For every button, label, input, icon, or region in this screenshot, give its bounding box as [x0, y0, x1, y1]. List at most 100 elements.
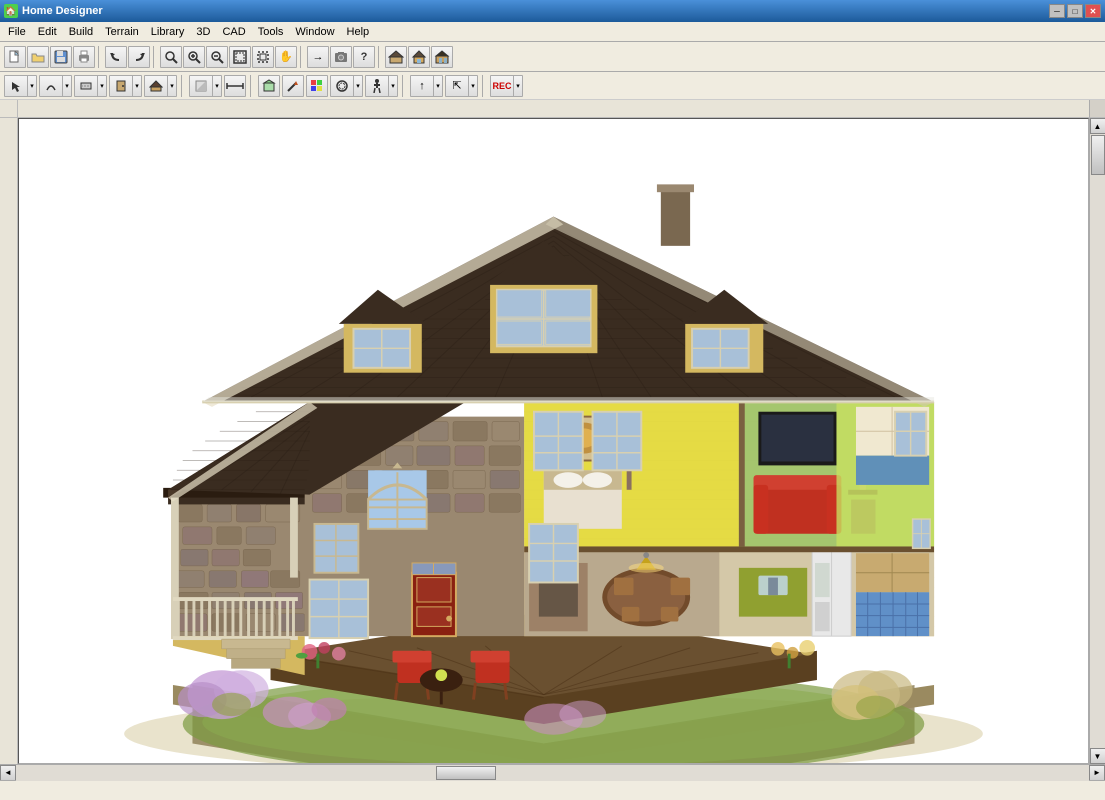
vertical-scrollbar[interactable]: ▲ ▼	[1089, 118, 1105, 764]
object-tool[interactable]	[258, 75, 280, 97]
material-tool[interactable]: ▾	[330, 75, 363, 97]
separator-tb2-2	[250, 75, 254, 97]
help-button[interactable]: ?	[353, 46, 375, 68]
menu-help[interactable]: Help	[341, 24, 376, 40]
menu-cad[interactable]: CAD	[216, 24, 251, 40]
undo-button[interactable]	[105, 46, 127, 68]
3d-house-button[interactable]	[408, 46, 430, 68]
menu-library[interactable]: Library	[145, 24, 191, 40]
zoom-box-button[interactable]	[252, 46, 274, 68]
separator-tb2-1	[181, 75, 185, 97]
separator-2	[153, 46, 157, 68]
window-title: Home Designer	[22, 5, 1049, 17]
wall-dropdown-arrow[interactable]: ▾	[97, 75, 106, 97]
scroll-thumb-vertical[interactable]	[1091, 135, 1105, 175]
ruler-corner-right	[1089, 100, 1105, 118]
minimize-button[interactable]: ─	[1049, 4, 1065, 18]
menu-build[interactable]: Build	[63, 24, 99, 40]
3d-roof-button[interactable]	[385, 46, 407, 68]
window-controls: ─ □ ✕	[1049, 4, 1101, 18]
close-button[interactable]: ✕	[1085, 4, 1101, 18]
separator-1	[98, 46, 102, 68]
arc-dropdown-arrow[interactable]: ▾	[62, 75, 71, 97]
separator-tb2-4	[482, 75, 486, 97]
draw-tool[interactable]	[282, 75, 304, 97]
roof-icon	[145, 75, 167, 97]
scroll-up-button[interactable]: ▲	[1090, 118, 1105, 134]
camera-button[interactable]	[330, 46, 352, 68]
scroll-down-button[interactable]: ▼	[1090, 748, 1105, 764]
maximize-button[interactable]: □	[1067, 4, 1083, 18]
drawing-toolbar: ▾ ▾ ▾ ▾ ▾ ▾	[0, 72, 1105, 100]
save-button[interactable]	[50, 46, 72, 68]
horizontal-scrollbar[interactable]: ◄ ►	[0, 764, 1105, 780]
pointer-tool[interactable]: ⇱ ▾	[445, 75, 478, 97]
up-arrow-dropdown[interactable]: ▾	[433, 75, 442, 97]
walkthrough-tool[interactable]: ▾	[365, 75, 398, 97]
house-svg	[19, 119, 1088, 763]
open-button[interactable]	[27, 46, 49, 68]
menu-edit[interactable]: Edit	[32, 24, 63, 40]
print-button[interactable]	[73, 46, 95, 68]
ruler-corner	[0, 100, 18, 118]
zoom-out-button[interactable]	[206, 46, 228, 68]
arc-tool[interactable]: ▾	[39, 75, 72, 97]
new-button[interactable]	[4, 46, 26, 68]
zoom-in-button[interactable]	[183, 46, 205, 68]
select-dropdown-arrow[interactable]: ▾	[27, 75, 36, 97]
material-icon	[331, 75, 353, 97]
up-arrow-tool[interactable]: ↑ ▾	[410, 75, 443, 97]
canvas-area[interactable]	[18, 118, 1089, 764]
menu-tools[interactable]: Tools	[252, 24, 290, 40]
door-tool[interactable]: ▾	[109, 75, 142, 97]
wall-icon	[75, 75, 97, 97]
walkthrough-dropdown-arrow[interactable]: ▾	[388, 75, 397, 97]
walkthrough-icon	[366, 75, 388, 97]
arrow-right-button[interactable]: →	[307, 46, 329, 68]
menu-3d[interactable]: 3D	[190, 24, 216, 40]
stair-dropdown-arrow[interactable]: ▾	[212, 75, 221, 97]
select-tool[interactable]: ▾	[4, 75, 37, 97]
door-icon	[110, 75, 132, 97]
roof-dropdown-arrow[interactable]: ▾	[167, 75, 176, 97]
separator-3	[300, 46, 304, 68]
redo-button[interactable]	[128, 46, 150, 68]
scroll-track-vertical[interactable]	[1090, 134, 1105, 748]
menu-bar: File Edit Build Terrain Library 3D CAD T…	[0, 22, 1105, 42]
record-tool[interactable]: REC ▾	[490, 75, 523, 97]
scroll-track-horizontal[interactable]	[16, 765, 1089, 781]
3d-exterior-button[interactable]	[431, 46, 453, 68]
app-icon: 🏠	[4, 4, 18, 18]
vertical-ruler	[0, 118, 18, 764]
scroll-thumb-horizontal[interactable]	[436, 766, 496, 780]
menu-window[interactable]: Window	[289, 24, 340, 40]
scroll-left-button[interactable]: ◄	[0, 765, 16, 781]
dimension-tool[interactable]	[224, 75, 246, 97]
title-bar: 🏠 Home Designer ─ □ ✕	[0, 0, 1105, 22]
separator-tb2-3	[402, 75, 406, 97]
pan-button[interactable]: ✋	[275, 46, 297, 68]
wall-tool[interactable]: ▾	[74, 75, 107, 97]
menu-file[interactable]: File	[2, 24, 32, 40]
status-bar	[0, 780, 1105, 800]
stair-icon	[190, 75, 212, 97]
select-icon	[5, 75, 27, 97]
pointer-icon: ⇱	[446, 75, 468, 97]
zoom-magnifier-button[interactable]	[160, 46, 182, 68]
menu-terrain[interactable]: Terrain	[99, 24, 145, 40]
record-icon: REC	[491, 75, 513, 97]
door-dropdown-arrow[interactable]: ▾	[132, 75, 141, 97]
arc-icon	[40, 75, 62, 97]
roof-tool[interactable]: ▾	[144, 75, 177, 97]
main-toolbar: ✋ → ?	[0, 42, 1105, 72]
record-dropdown-arrow[interactable]: ▾	[513, 75, 522, 97]
fill-tool[interactable]	[306, 75, 328, 97]
stair-tool[interactable]: ▾	[189, 75, 222, 97]
separator-4	[378, 46, 382, 68]
pointer-dropdown-arrow[interactable]: ▾	[468, 75, 477, 97]
horizontal-ruler: // tick marks	[18, 100, 1089, 118]
material-dropdown-arrow[interactable]: ▾	[353, 75, 362, 97]
zoom-fit-button[interactable]	[229, 46, 251, 68]
up-arrow-icon: ↑	[411, 75, 433, 97]
scroll-right-button[interactable]: ►	[1089, 765, 1105, 781]
